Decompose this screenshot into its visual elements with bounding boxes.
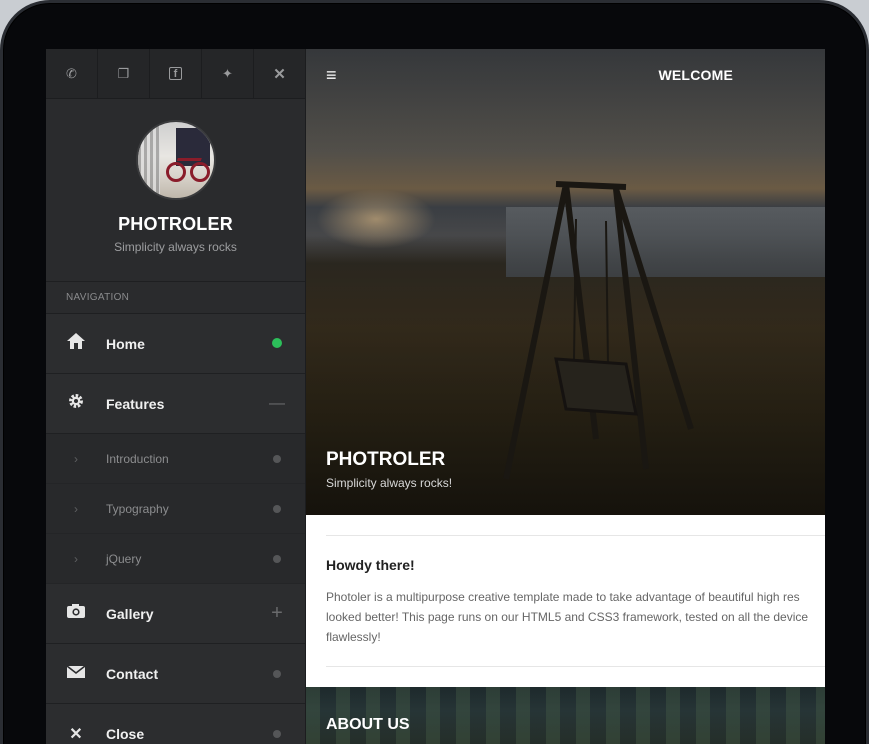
twitter-icon[interactable]: ✦ bbox=[202, 49, 254, 98]
sidebar-item-features[interactable]: Features — bbox=[46, 374, 305, 434]
camera-icon bbox=[46, 603, 106, 624]
subitem-dot bbox=[249, 550, 305, 568]
chevron-right-icon: › bbox=[74, 451, 78, 466]
sidebar-item-label: Home bbox=[106, 335, 145, 352]
card-text: Photoler is a multipurpose creative temp… bbox=[326, 587, 825, 647]
sidebar-subitem-introduction[interactable]: › Introduction bbox=[46, 434, 305, 484]
sidebar-item-contact[interactable]: Contact bbox=[46, 644, 305, 704]
sidebar-subitem-label: jQuery bbox=[106, 551, 142, 566]
hero-image: ≡ WELCOME PHOTROLER Simplicity always ro… bbox=[306, 49, 825, 515]
navigation-label: NAVIGATION bbox=[46, 282, 305, 314]
sidebar-item-label: Features bbox=[106, 395, 165, 412]
hero-subtitle: Simplicity always rocks! bbox=[326, 476, 453, 490]
card-heading: Howdy there! bbox=[326, 557, 415, 573]
sidebar-subitem-label: Introduction bbox=[106, 451, 169, 466]
facebook-glyph: f bbox=[169, 67, 182, 80]
main-content: ≡ WELCOME PHOTROLER Simplicity always ro… bbox=[306, 49, 825, 744]
sidebar-item-label: Close bbox=[106, 725, 145, 742]
sidebar-subitem-jquery[interactable]: › jQuery bbox=[46, 534, 305, 584]
chevron-right-icon: › bbox=[74, 501, 78, 516]
divider bbox=[326, 666, 825, 667]
phone-icon[interactable]: ✆ bbox=[46, 49, 98, 98]
intro-card: Howdy there! Photoler is a multipurpose … bbox=[306, 515, 825, 687]
sidebar-item-label: Contact bbox=[106, 665, 159, 682]
collapse-indicator: — bbox=[269, 394, 285, 412]
sidebar-subitem-label: Typography bbox=[106, 501, 169, 516]
facebook-icon[interactable]: f bbox=[150, 49, 202, 98]
sidebar-item-home[interactable]: Home bbox=[46, 314, 305, 374]
menu-icon[interactable]: ≡ bbox=[326, 65, 337, 86]
profile-name: PHOTROLER bbox=[118, 214, 233, 234]
item-dot bbox=[249, 725, 305, 743]
close-sidebar-icon[interactable]: ✕ bbox=[254, 49, 305, 98]
sidebar-subitem-typography[interactable]: › Typography bbox=[46, 484, 305, 534]
subitem-dot bbox=[249, 450, 305, 468]
chevron-right-icon: › bbox=[74, 551, 78, 566]
expand-indicator: + bbox=[271, 602, 283, 624]
sidebar-item-gallery[interactable]: Gallery + bbox=[46, 584, 305, 644]
envelope-icon bbox=[46, 664, 106, 684]
avatar bbox=[135, 120, 216, 200]
card-line: flawlessly! bbox=[326, 630, 381, 644]
hero-title: PHOTROLER bbox=[326, 449, 446, 470]
home-icon bbox=[46, 332, 106, 355]
sidebar-topbar: ✆ ❐ f ✦ ✕ bbox=[46, 49, 305, 99]
device-screen: ✆ ❐ f ✦ ✕ PHOTROLER Simplicity always ro… bbox=[46, 49, 825, 744]
sidebar-item-close[interactable]: ✕ Close bbox=[46, 704, 305, 744]
profile-tagline: Simplicity always rocks bbox=[114, 240, 237, 254]
item-dot bbox=[249, 665, 305, 683]
gear-icon bbox=[46, 392, 106, 415]
sidebar: ✆ ❐ f ✦ ✕ PHOTROLER Simplicity always ro… bbox=[46, 49, 306, 744]
page-title: WELCOME bbox=[658, 67, 733, 83]
card-line: looked better! This page runs on our HTM… bbox=[326, 610, 809, 624]
close-icon: ✕ bbox=[69, 725, 83, 743]
subitem-dot bbox=[249, 500, 305, 518]
divider bbox=[326, 535, 825, 536]
sidebar-item-label: Gallery bbox=[106, 605, 154, 622]
swing-silhouette bbox=[503, 181, 694, 480]
about-title: ABOUT US bbox=[326, 716, 410, 733]
active-indicator bbox=[249, 335, 305, 353]
about-section: ABOUT US bbox=[306, 687, 825, 744]
card-line: Photoler is a multipurpose creative temp… bbox=[326, 590, 800, 604]
profile: PHOTROLER Simplicity always rocks bbox=[46, 99, 305, 282]
chat-icon[interactable]: ❐ bbox=[98, 49, 150, 98]
